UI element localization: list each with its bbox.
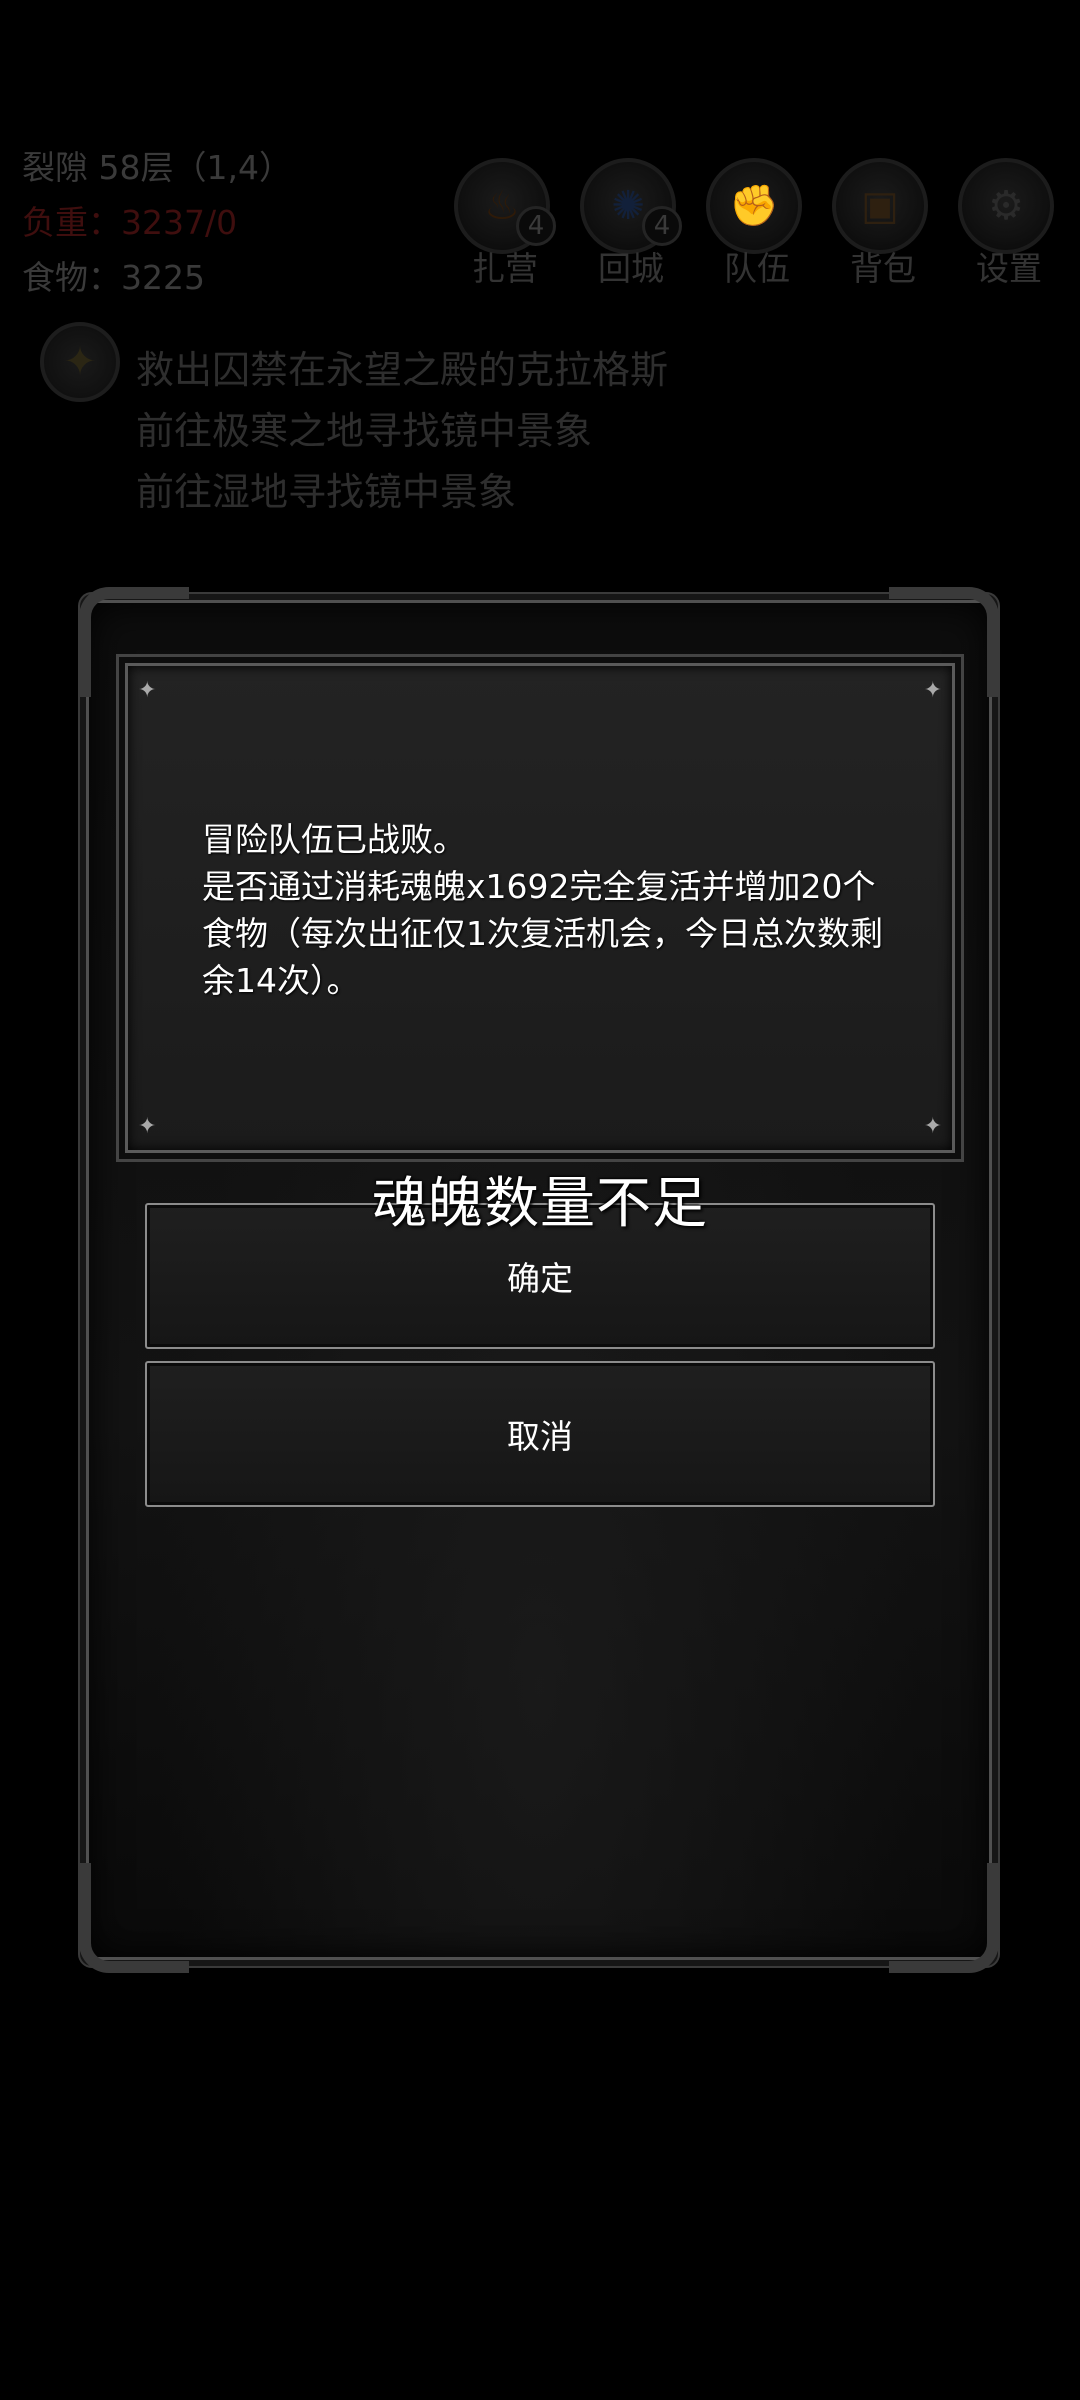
dialog-message: 冒险队伍已战败。 是否通过消耗魂魄x1692完全复活并增加20个食物（每次出征仅… [168, 816, 908, 1004]
weight-stat: 负重：3237/0 [22, 203, 238, 242]
defeat-message: 冒险队伍已战败。 [202, 820, 466, 859]
camp-count-badge: 4 [516, 206, 556, 246]
quest-list: 救出囚禁在永望之殿的克拉格斯 前往极寒之地寻找镜中景象 前往湿地寻找镜中景象 [136, 340, 668, 523]
message-panel: ✦ ✦ ✦ ✦ 冒险队伍已战败。 是否通过消耗魂魄x1692完全复活并增加20个… [125, 663, 955, 1153]
sparkle-icon: ✦ [923, 1114, 942, 1139]
food-stat: 食物：3225 [22, 258, 205, 297]
gear-icon: ⚙ [988, 183, 1024, 229]
sparkle-icon: ✦ [138, 1114, 157, 1139]
backpack-label: 背包 [850, 249, 916, 288]
camp-label: 扎营 [472, 249, 538, 288]
quest-item[interactable]: 前往湿地寻找镜中景象 [136, 462, 668, 523]
sparkle-icon: ✦ [923, 678, 942, 703]
return-town-label: 回城 [598, 249, 664, 288]
team-icon: ✊ [729, 183, 779, 229]
frame-ornament [889, 1863, 999, 1973]
game-screen: 裂隙 58层（1,4） 负重：3237/0 食物：3225 ♨ 4 扎营 ✺ 4… [0, 0, 1080, 2400]
frame-ornament [79, 1863, 189, 1973]
return-town-button[interactable]: ✺ 4 回城 [576, 158, 686, 288]
settings-label: 设置 [976, 249, 1042, 288]
cancel-button[interactable]: 取消 [145, 1361, 935, 1507]
camp-button[interactable]: ♨ 4 扎营 [450, 158, 560, 288]
quest-item[interactable]: 前往极寒之地寻找镜中景象 [136, 401, 668, 462]
revive-dialog: ✦ ✦ ✦ ✦ 冒险队伍已战败。 是否通过消耗魂魄x1692完全复活并增加20个… [79, 587, 999, 1973]
sparkle-icon: ✦ [138, 678, 157, 703]
backpack-icon: ▣ [861, 183, 899, 229]
toast-message: 魂魄数量不足 [371, 1171, 708, 1235]
revive-prompt: 是否通过消耗魂魄x1692完全复活并增加20个食物（每次出征仅1次复活机会，今日… [202, 867, 883, 1000]
team-label: 队伍 [724, 249, 790, 288]
location-label: 裂隙 58层（1,4） [22, 148, 292, 187]
team-button[interactable]: ✊ 队伍 [702, 158, 812, 288]
backpack-button[interactable]: ▣ 背包 [828, 158, 938, 288]
quest-compass-icon[interactable]: ✦ [40, 322, 120, 402]
settings-button[interactable]: ⚙ 设置 [954, 158, 1064, 288]
return-count-badge: 4 [642, 206, 682, 246]
quest-item[interactable]: 救出囚禁在永望之殿的克拉格斯 [136, 340, 668, 401]
hud-stats: 裂隙 58层（1,4） 负重：3237/0 食物：3225 [22, 140, 292, 305]
hud-toolbar: ♨ 4 扎营 ✺ 4 回城 ✊ 队伍 ▣ 背包 ⚙ 设置 [450, 158, 1070, 288]
